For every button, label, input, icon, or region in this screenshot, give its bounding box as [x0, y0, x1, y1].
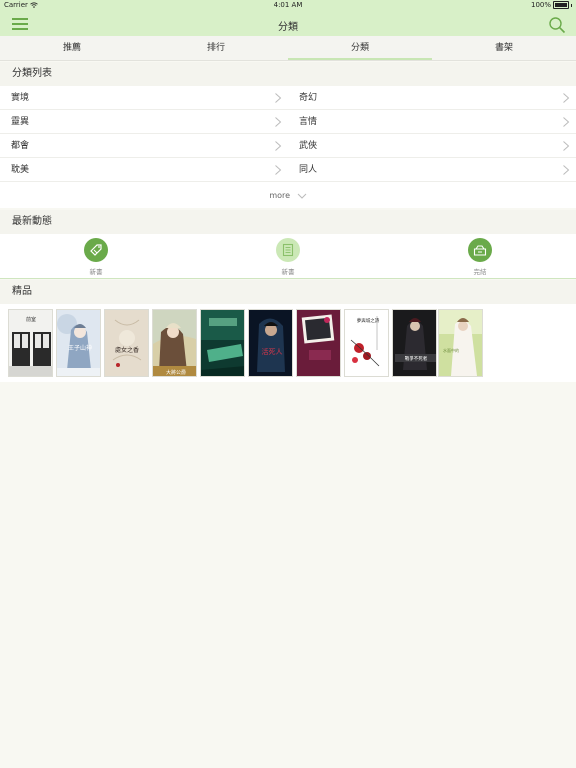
- book-cover[interactable]: 水面中的: [438, 309, 483, 377]
- search-button[interactable]: [548, 16, 566, 34]
- book-title: 戰爭不死者: [405, 355, 428, 362]
- category-item-bl[interactable]: 耽美: [0, 158, 288, 182]
- tab-bar: 推薦 排行 分類 書架: [0, 36, 576, 61]
- book-title: 王子山神: [68, 344, 92, 352]
- book-cover[interactable]: 大將公爵: [152, 309, 197, 377]
- chevron-right-icon: [563, 117, 570, 127]
- category-label: 靈異: [11, 117, 30, 127]
- category-label: 實境: [11, 93, 30, 103]
- search-icon: [549, 17, 566, 34]
- finished-box-icon: [468, 238, 492, 262]
- category-label: 同人: [299, 165, 318, 175]
- tag-icon: [84, 238, 108, 262]
- page-title: 分類: [278, 22, 298, 33]
- chevron-right-icon: [275, 93, 282, 103]
- chevron-down-icon: [297, 193, 306, 199]
- news-section-header: 最新動態: [0, 210, 576, 234]
- category-label: 都會: [11, 141, 30, 151]
- chevron-right-icon: [275, 165, 282, 175]
- book-cover[interactable]: [296, 309, 341, 377]
- book-title: 前室: [26, 316, 36, 323]
- chevron-right-icon: [563, 141, 570, 151]
- status-bar: Carrier 4:01 AM 100%: [0, 0, 576, 12]
- news-row: 新書 新書 完結: [0, 234, 576, 279]
- category-label: 耽美: [11, 165, 30, 175]
- category-item-fantasy[interactable]: 奇幻: [288, 86, 576, 110]
- news-item-label: 新書: [89, 268, 103, 276]
- more-label: more: [269, 191, 291, 200]
- book-title: 處女之香: [115, 346, 139, 354]
- book-title: 活死人: [262, 347, 283, 356]
- category-grid: 實境 奇幻 靈異 言情 都會 武俠 耽美 同人: [0, 86, 576, 184]
- book-title: 夢與城之詩: [357, 317, 380, 324]
- chevron-right-icon: [563, 93, 570, 103]
- more-button[interactable]: more: [0, 184, 576, 208]
- clock: 4:01 AM: [273, 1, 303, 9]
- chevron-right-icon: [563, 165, 570, 175]
- battery-icon: [553, 1, 569, 9]
- category-section-header: 分類列表: [0, 62, 576, 86]
- battery-percent: 100%: [530, 1, 551, 9]
- book-cover[interactable]: 前室: [8, 309, 53, 377]
- featured-section-header: 精品: [0, 280, 576, 304]
- tab-recommend[interactable]: 推薦: [0, 36, 144, 60]
- category-section-title: 分類列表: [12, 68, 52, 79]
- category-item-romance[interactable]: 言情: [288, 110, 576, 134]
- category-item-reality[interactable]: 實境: [0, 86, 288, 110]
- news-item-label: 完結: [473, 268, 487, 276]
- chevron-right-icon: [275, 141, 282, 151]
- tab-bookshelf[interactable]: 書架: [432, 36, 576, 60]
- navigation-bar: 分類: [0, 12, 576, 36]
- book-title: 水面中的: [443, 347, 459, 353]
- tab-category[interactable]: 分類: [288, 36, 432, 60]
- book-cover[interactable]: [200, 309, 245, 377]
- book-cover[interactable]: 夢與城之詩: [344, 309, 389, 377]
- book-title: 大將公爵: [166, 369, 186, 376]
- news-item-new-list[interactable]: 新書: [258, 236, 318, 278]
- category-label: 言情: [299, 117, 318, 127]
- battery-indicator: 100%: [531, 1, 572, 9]
- category-item-martial-arts[interactable]: 武俠: [288, 134, 576, 158]
- news-item-label: 新書: [281, 268, 295, 276]
- featured-section-title: 精品: [12, 286, 32, 297]
- book-cover[interactable]: 活死人: [248, 309, 293, 377]
- news-item-new-books[interactable]: 新書: [66, 236, 126, 278]
- category-label: 武俠: [299, 141, 318, 151]
- category-label: 奇幻: [299, 93, 318, 103]
- featured-book-shelf: 前室 王子山神 處女之香 大將公爵 活死人 夢與城之詩 戰爭不死者 水面中的: [0, 304, 576, 382]
- tab-ranking[interactable]: 排行: [144, 36, 288, 60]
- category-item-fanfiction[interactable]: 同人: [288, 158, 576, 182]
- category-item-supernatural[interactable]: 靈異: [0, 110, 288, 134]
- news-section-title: 最新動態: [12, 216, 52, 227]
- chevron-right-icon: [275, 117, 282, 127]
- category-item-urban[interactable]: 都會: [0, 134, 288, 158]
- book-cover[interactable]: 戰爭不死者: [392, 309, 437, 377]
- book-list-icon: [276, 238, 300, 262]
- book-cover[interactable]: 處女之香: [104, 309, 149, 377]
- news-item-completed[interactable]: 完結: [450, 236, 510, 278]
- book-cover[interactable]: 王子山神: [56, 309, 101, 377]
